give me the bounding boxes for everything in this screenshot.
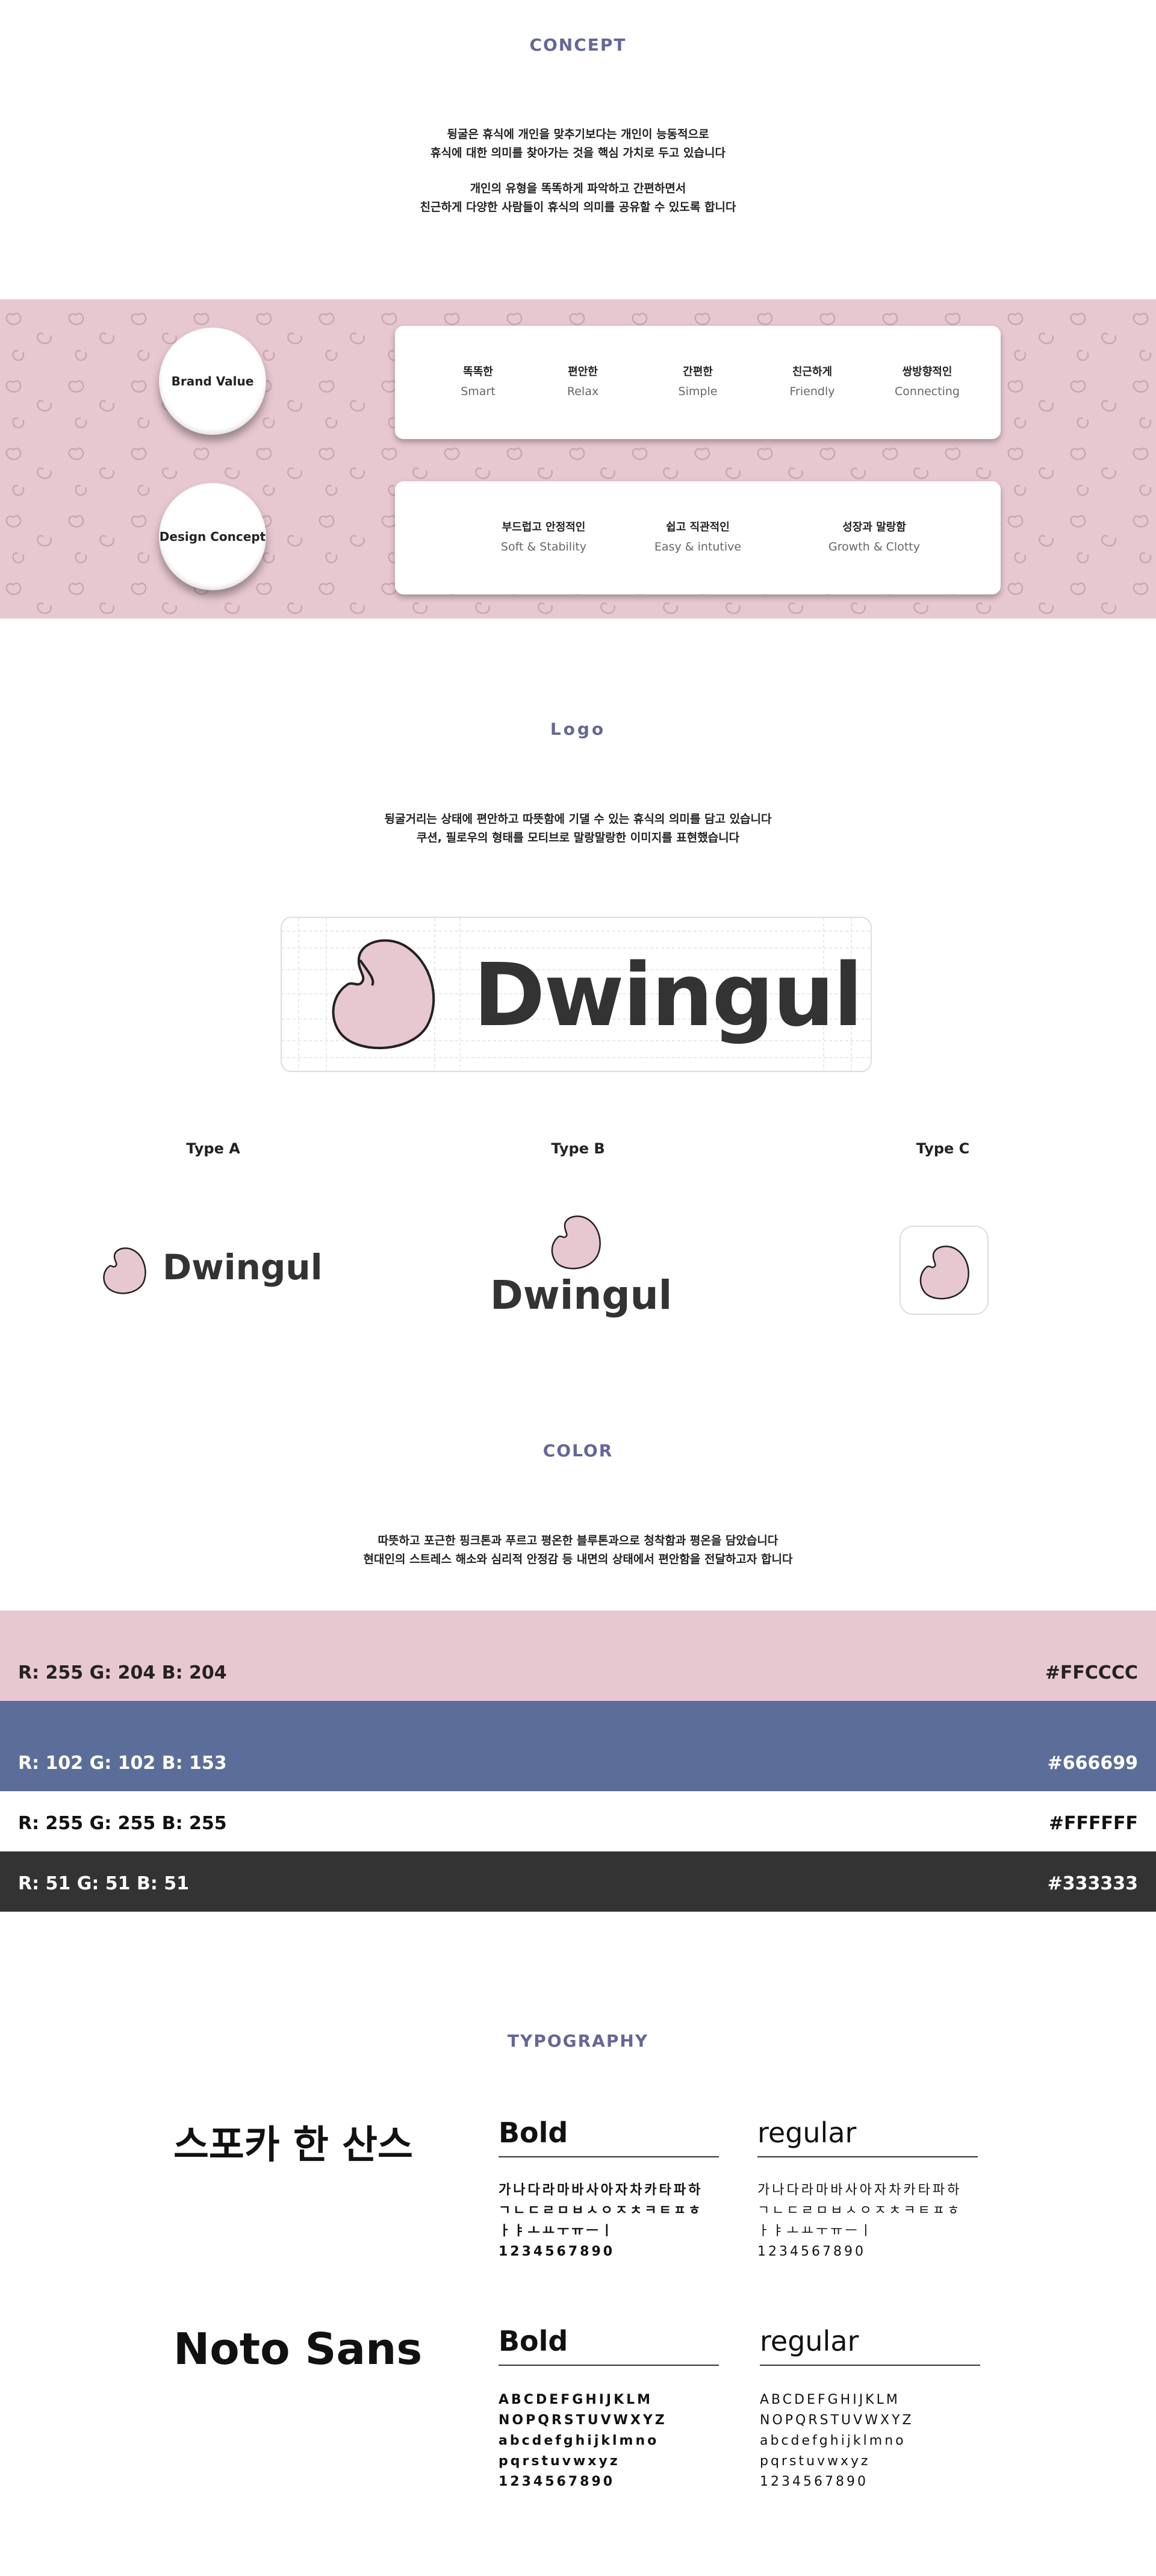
- design-concept-item: 쉽고 직관적인 Easy & intutive: [620, 519, 776, 554]
- design-concept-item: 성장과 말랑함 Growth & Clotty: [796, 519, 952, 554]
- regular-underline: [760, 2365, 980, 2366]
- design-concept-item: 부드럽고 안정적인 Soft & Stability: [465, 519, 622, 554]
- swatch-rgb: R: 102 G: 102 B: 153: [18, 1753, 227, 1774]
- brand-value-card: 똑똑한 Smart 편안한 Relax 간편한 Simple 친근하게 Frie…: [395, 326, 1001, 439]
- value-english: Relax: [567, 385, 599, 398]
- brand-value-item: 똑똑한 Smart: [418, 363, 538, 398]
- font-name-noto: Noto Sans: [173, 2324, 423, 2374]
- logo-title: Logo: [550, 719, 606, 739]
- bold-underline: [499, 2156, 719, 2157]
- type-a-label: Type A: [186, 1140, 240, 1157]
- brand-value-item: 쌍방향적인 Connecting: [867, 363, 987, 398]
- concept-band: Brand Value 똑똑한 Smart 편안한 Relax 간편한 Simp…: [0, 299, 1156, 619]
- value-english: Connecting: [895, 385, 960, 398]
- font-name-spoqa: 스포카 한 산스: [173, 2123, 413, 2168]
- brand-value-item: 편안한 Relax: [523, 363, 643, 398]
- color-swatch-blue: R: 102 G: 102 B: 153 #666699: [0, 1701, 1156, 1791]
- concept-line: 휴식에 대한 의미를 찾아가는 것을 핵심 가치로 두고 있습니다: [430, 146, 726, 160]
- concept-line: 뒹굴은 휴식에 개인을 맞추기보다는 개인이 능동적으로: [447, 128, 709, 141]
- value-korean: 똑똑한: [463, 366, 493, 378]
- bold-glyph-sample: ABCDEFGHIJKLM NOPQRSTUVWXYZ abcdefghijkl…: [499, 2392, 667, 2489]
- color-swatch-dark: R: 51 G: 51 B: 51 #333333: [0, 1851, 1156, 1912]
- brand-value-badge: Brand Value: [159, 328, 266, 435]
- type-b-wordmark: Dwingul: [490, 1272, 673, 1318]
- swatch-hex: #333333: [1047, 1873, 1138, 1894]
- typography-title: TYPOGRAPHY: [507, 2031, 649, 2051]
- value-korean: 쌍방향적인: [902, 366, 952, 378]
- concept-korean: 부드럽고 안정적인: [502, 521, 586, 534]
- type-c-app-icon: [900, 1226, 989, 1315]
- value-english: Smart: [461, 385, 496, 398]
- color-line: 현대인의 스트레스 해소와 심리적 안정감 등 내면의 상태에서 편안함을 전달…: [363, 1553, 793, 1566]
- concept-english: Easy & intutive: [654, 540, 742, 554]
- swatch-hex: #FFCCCC: [1045, 1662, 1138, 1683]
- swatch-rgb: R: 255 G: 204 B: 204: [18, 1662, 227, 1683]
- color-line: 따뜻하고 포근한 핑크톤과 푸르고 평온한 블루톤과으로 청착함과 평온을 담았…: [378, 1534, 778, 1547]
- color-description: 따뜻하고 포근한 핑크톤과 푸르고 평온한 블루톤과으로 청착함과 평온을 담았…: [0, 1532, 1156, 1569]
- bold-weight-title: Bold: [499, 2116, 568, 2149]
- brand-value-item: 친근하게 Friendly: [752, 363, 872, 398]
- concept-line: 친근하게 다양한 사람들이 휴식의 의미를 공유할 수 있도록 합니다: [420, 201, 736, 214]
- value-korean: 편안한: [568, 366, 598, 378]
- type-a-wordmark: Dwingul: [163, 1247, 323, 1288]
- type-c-pillow-icon: [919, 1246, 969, 1300]
- logo-line: 쿠션, 필로우의 형태를 모티브로 말랑말랑한 이미지를 표현했습니다: [416, 831, 740, 844]
- pillow-logo-icon: [332, 939, 435, 1049]
- type-a-pillow-icon: [103, 1247, 146, 1294]
- color-swatch-pink: R: 255 G: 204 B: 204 #FFCCCC: [0, 1611, 1156, 1701]
- concept-english: Soft & Stability: [500, 540, 587, 554]
- logo-grid-frame: Dwingul: [281, 917, 872, 1072]
- type-b-label: Type B: [551, 1140, 605, 1157]
- design-concept-card: 부드럽고 안정적인 Soft & Stability 쉽고 직관적인 Easy …: [395, 481, 1001, 594]
- logo-wordmark: Dwingul: [473, 944, 863, 1046]
- concept-korean: 쉽고 직관적인: [666, 521, 730, 534]
- color-swatch-white: R: 255 G: 255 B: 255 #FFFFFF: [0, 1791, 1156, 1851]
- logo-description: 뒹굴거리는 상태에 편안하고 따뜻함에 기댈 수 있는 휴식의 의미를 담고 있…: [0, 810, 1156, 847]
- brand-value-item: 간편한 Simple: [638, 363, 758, 398]
- regular-weight-title: regular: [760, 2325, 859, 2357]
- concept-korean: 성장과 말랑함: [842, 521, 906, 534]
- design-concept-badge: Design Concept: [159, 483, 266, 590]
- regular-underline: [757, 2156, 978, 2157]
- value-english: Simple: [678, 385, 718, 398]
- bold-glyph-sample: 가나다라마바사아자차카타파하 ㄱㄴㄷㄹㅁㅂㅅㅇㅈㅊㅋㅌㅍㅎ ㅏㅑㅗㅛㅜㅠㅡㅣ 1…: [499, 2183, 703, 2259]
- regular-glyph-sample: ABCDEFGHIJKLM NOPQRSTUVWXYZ abcdefghijkl…: [760, 2392, 914, 2489]
- value-korean: 간편한: [683, 366, 713, 378]
- concept-title: CONCEPT: [529, 35, 627, 55]
- concept-english: Growth & Clotty: [828, 540, 920, 554]
- type-b-pillow-icon: [551, 1215, 601, 1270]
- value-korean: 친근하게: [792, 366, 833, 378]
- logo-line: 뒹굴거리는 상태에 편안하고 따뜻함에 기댈 수 있는 휴식의 의미를 담고 있…: [384, 812, 772, 826]
- value-english: Friendly: [789, 385, 835, 398]
- regular-glyph-sample: 가나다라마바사아자차카타파하 ㄱㄴㄷㄹㅁㅂㅅㅇㅈㅊㅋㅌㅍㅎ ㅏㅑㅗㅛㅜㅠㅡㅣ 1…: [757, 2183, 962, 2259]
- swatch-rgb: R: 51 G: 51 B: 51: [18, 1873, 190, 1894]
- bold-weight-title: Bold: [499, 2325, 568, 2357]
- color-title: COLOR: [542, 1441, 614, 1461]
- concept-line: 개인의 유형을 똑똑하게 파악하고 간편하면서: [470, 182, 686, 195]
- concept-description: 뒹굴은 휴식에 개인을 맞추기보다는 개인이 능동적으로 휴식에 대한 의미를 …: [0, 125, 1156, 217]
- concept-spacer: [0, 163, 1156, 179]
- swatch-hex: #FFFFFF: [1048, 1813, 1138, 1834]
- type-c-label: Type C: [916, 1140, 970, 1157]
- swatch-rgb: R: 255 G: 255 B: 255: [18, 1813, 227, 1834]
- swatch-hex: #666699: [1047, 1753, 1138, 1774]
- regular-weight-title: regular: [757, 2116, 857, 2149]
- bold-underline: [499, 2365, 719, 2366]
